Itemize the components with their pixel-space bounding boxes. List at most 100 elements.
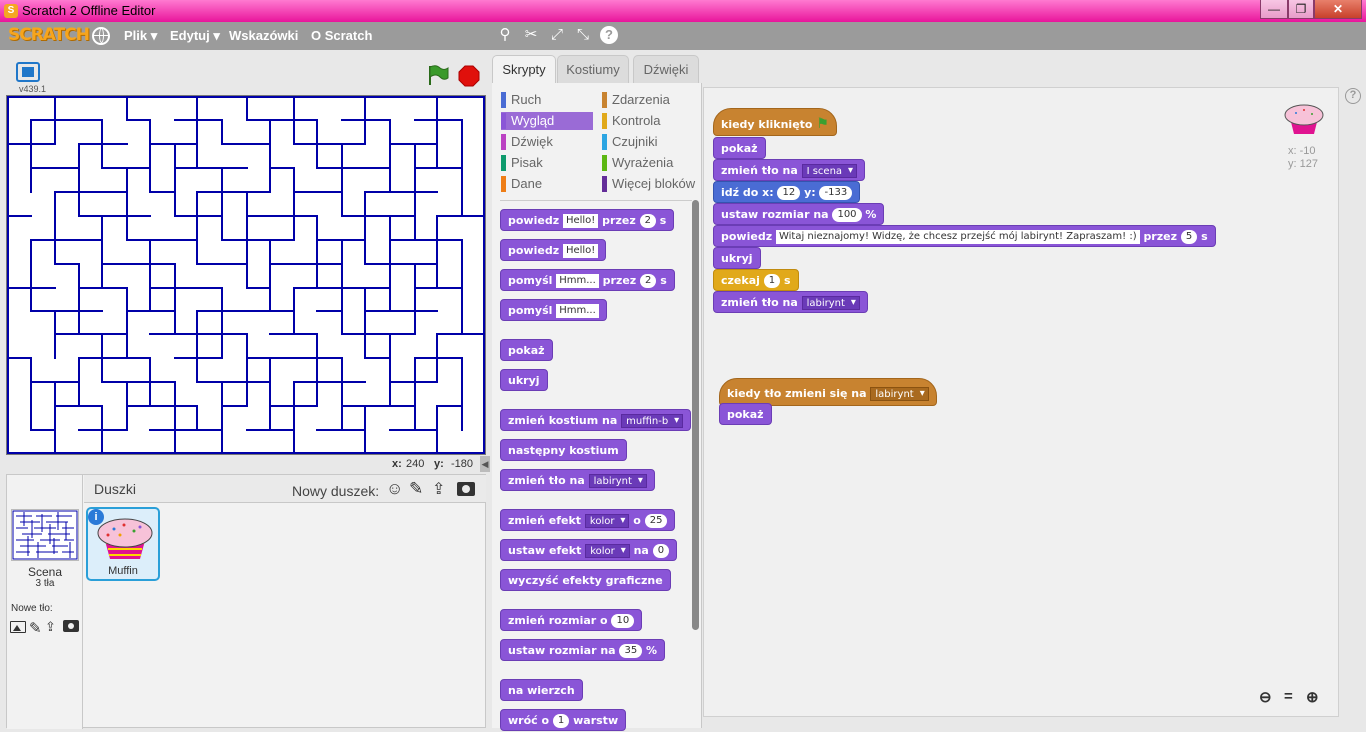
block-show[interactable]: pokaż <box>500 339 553 361</box>
version-label: v439.1 <box>19 84 47 94</box>
paint-backdrop-icon[interactable]: ✎ <box>29 619 42 637</box>
block-say-for[interactable]: powiedz Hello! przez 2 s <box>500 209 675 231</box>
block-think-for[interactable]: pomyśl Hmm... przez 2 s <box>500 269 675 291</box>
maze-thumbnail-image <box>12 510 78 560</box>
category-label: Czujniki <box>612 134 658 149</box>
paint-sprite-icon[interactable]: ✎ <box>409 479 423 499</box>
maximize-button[interactable]: ❐ <box>1288 0 1314 19</box>
collapse-stage-icon[interactable]: ◀ <box>480 456 490 472</box>
category-pen[interactable]: Pisak <box>501 154 593 172</box>
category-motion[interactable]: Ruch <box>501 91 593 109</box>
backdrop-library-icon[interactable] <box>10 621 26 633</box>
block-when-flag-clicked[interactable]: kiedy kliknięto ⚑ <box>713 108 837 136</box>
block-go-to-xy[interactable]: idź do x: 12 y: -133 <box>713 181 861 203</box>
block-switch-backdrop[interactable]: zmień tło na I scena <box>713 159 866 181</box>
category-more-blocks[interactable]: Więcej bloków <box>602 175 700 193</box>
tab-scripts[interactable]: Skrypty <box>492 55 556 84</box>
shrink-icon[interactable]: ⤡ <box>574 26 592 44</box>
palette-divider <box>500 200 692 201</box>
category-data[interactable]: Dane <box>501 175 593 193</box>
mouse-y-label: y: <box>434 458 444 470</box>
control-swatch <box>602 113 607 129</box>
block-hide[interactable]: ukryj <box>713 247 761 269</box>
tab-costumes[interactable]: Kostiumy <box>557 55 629 83</box>
category-operators[interactable]: Wyrażenia <box>602 154 700 172</box>
category-looks[interactable]: Wygląd <box>501 112 593 130</box>
scratch-logo[interactable]: SCRATCH <box>8 25 90 45</box>
zoom-in-icon[interactable]: ⊕ <box>1306 688 1319 706</box>
scene-label: Scena <box>27 565 63 579</box>
pen-swatch <box>501 155 506 171</box>
block-when-backdrop-switches[interactable]: kiedy tło zmieni się na labirynt <box>719 378 937 406</box>
presentation-mode-icon[interactable] <box>16 62 40 82</box>
sprite-x-readout: x: -10 <box>1288 145 1316 157</box>
camera-sprite-icon[interactable] <box>457 482 475 496</box>
data-swatch <box>501 176 506 192</box>
category-label: Pisak <box>511 155 543 170</box>
block-set-size[interactable]: ustaw rozmiar na 35 % <box>500 639 666 661</box>
muffin-sprite-image <box>97 518 153 559</box>
block-next-costume[interactable]: następny kostium <box>500 439 627 461</box>
block-switch-costume[interactable]: zmień kostium na muffin-b <box>500 409 692 431</box>
stop-sign-icon[interactable] <box>458 65 480 87</box>
block-show[interactable]: pokaż <box>719 403 772 425</box>
block-switch-backdrop[interactable]: zmień tło na labirynt <box>500 469 655 491</box>
help-icon[interactable]: ? <box>600 26 618 44</box>
sprite-library-icon[interactable]: ☺ <box>386 479 403 499</box>
category-label: Dźwięk <box>511 134 553 149</box>
block-switch-backdrop[interactable]: zmień tło na labirynt <box>713 291 868 313</box>
menu-bar: SCRATCH Plik ▾ Edytuj ▾ Wskazówki O Scra… <box>0 22 1366 50</box>
block-set-size[interactable]: ustaw rozmiar na 100 % <box>713 203 885 225</box>
block-change-size[interactable]: zmień rozmiar o 10 <box>500 609 643 631</box>
menu-file[interactable]: Plik ▾ <box>124 28 157 44</box>
help-icon[interactable]: ? <box>1345 88 1361 104</box>
upload-sprite-icon[interactable]: ⇪ <box>432 479 445 499</box>
grow-icon[interactable]: ⤢ <box>548 26 566 44</box>
block-wait[interactable]: czekaj 1 s <box>713 269 799 291</box>
green-flag-icon: ⚑ <box>816 116 829 132</box>
zoom-reset-icon[interactable]: = <box>1284 688 1293 705</box>
sound-swatch <box>501 134 506 150</box>
block-set-effect[interactable]: ustaw efekt kolor na 0 <box>500 539 678 561</box>
sprite-tile-muffin[interactable]: i Muffin <box>86 507 160 581</box>
stage-canvas[interactable] <box>6 95 486 455</box>
block-say[interactable]: powiedz Hello! <box>500 239 607 261</box>
duplicate-icon[interactable]: ⚲ <box>496 26 514 44</box>
minimize-button[interactable]: — <box>1260 0 1288 19</box>
block-hide[interactable]: ukryj <box>500 369 548 391</box>
category-label: Wygląd <box>511 113 555 128</box>
category-sound[interactable]: Dźwięk <box>501 133 593 151</box>
block-change-effect[interactable]: zmień efekt kolor o 25 <box>500 509 676 531</box>
script-area[interactable]: kiedy kliknięto ⚑ pokaż zmień tło na I s… <box>703 87 1339 717</box>
tab-sounds[interactable]: Dźwięki <box>633 55 699 83</box>
block-say-for[interactable]: powiedz Witaj nieznajomy! Widzę, że chce… <box>713 225 1216 247</box>
menu-about[interactable]: O Scratch <box>311 28 372 43</box>
block-clear-effects[interactable]: wyczyść efekty graficzne <box>500 569 671 591</box>
sensing-swatch <box>602 134 607 150</box>
block-show[interactable]: pokaż <box>713 137 766 159</box>
category-sensing[interactable]: Czujniki <box>602 133 700 151</box>
zoom-out-icon[interactable]: ⊖ <box>1259 688 1272 706</box>
language-globe-icon[interactable] <box>92 27 110 45</box>
new-backdrop-label: Nowe tło: <box>11 603 53 614</box>
palette-scrollbar[interactable] <box>692 200 699 630</box>
close-button[interactable]: ✕ <box>1314 0 1362 19</box>
green-flag-icon[interactable] <box>426 64 450 86</box>
sprite-name: Muffin <box>108 565 138 577</box>
scene-thumbnail[interactable] <box>11 509 79 561</box>
category-control[interactable]: Kontrola <box>602 112 700 130</box>
sprite-header: Duszki Nowy duszek: ☺ ✎ ⇪ <box>84 475 486 503</box>
menu-tips[interactable]: Wskazówki <box>229 28 298 43</box>
window-title-bar: S Scratch 2 Offline Editor — ❐ ✕ <box>0 0 1366 22</box>
mouse-x-value: 240 <box>406 458 425 470</box>
menu-edit[interactable]: Edytuj ▾ <box>170 28 220 44</box>
block-palette: Ruch Wygląd Dźwięk Pisak Dane Zdarzenia … <box>492 83 702 731</box>
block-think[interactable]: pomyśl Hmm... <box>500 299 607 321</box>
upload-backdrop-icon[interactable]: ⇪ <box>45 619 56 635</box>
events-swatch <box>602 92 607 108</box>
category-label: Dane <box>511 176 543 191</box>
block-go-to-front[interactable]: na wierzch <box>500 679 583 701</box>
category-events[interactable]: Zdarzenia <box>602 91 700 109</box>
cut-icon[interactable]: ✂ <box>522 26 540 44</box>
camera-backdrop-icon[interactable] <box>63 620 79 632</box>
